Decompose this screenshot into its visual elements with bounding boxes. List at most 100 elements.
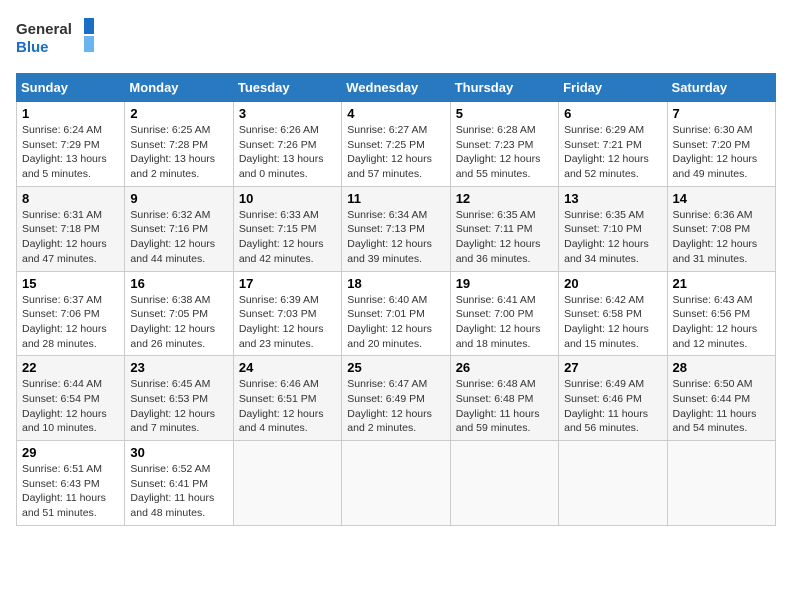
day-cell: 13Sunrise: 6:35 AMSunset: 7:10 PMDayligh…: [559, 186, 667, 271]
header-sunday: Sunday: [17, 74, 125, 102]
day-info: Sunrise: 6:34 AMSunset: 7:13 PMDaylight:…: [347, 208, 444, 267]
day-number: 5: [456, 106, 553, 121]
day-info: Sunrise: 6:49 AMSunset: 6:46 PMDaylight:…: [564, 377, 661, 436]
day-info: Sunrise: 6:36 AMSunset: 7:08 PMDaylight:…: [673, 208, 770, 267]
day-info: Sunrise: 6:48 AMSunset: 6:48 PMDaylight:…: [456, 377, 553, 436]
week-row-2: 8Sunrise: 6:31 AMSunset: 7:18 PMDaylight…: [17, 186, 776, 271]
day-number: 29: [22, 445, 119, 460]
day-number: 7: [673, 106, 770, 121]
day-number: 4: [347, 106, 444, 121]
day-info: Sunrise: 6:46 AMSunset: 6:51 PMDaylight:…: [239, 377, 336, 436]
day-cell: 11 Sunrise: 6:34 AMSunset: 7:13 PMDayligh…: [342, 186, 450, 271]
day-cell: 5 Sunrise: 6:28 AMSunset: 7:23 PMDaylight…: [450, 102, 558, 187]
day-info: Sunrise: 6:50 AMSunset: 6:44 PMDaylight:…: [673, 377, 770, 436]
day-number: 2: [130, 106, 227, 121]
day-cell: 6 Sunrise: 6:29 AMSunset: 7:21 PMDaylight…: [559, 102, 667, 187]
day-number: 23: [130, 360, 227, 375]
day-number: 3: [239, 106, 336, 121]
week-row-4: 22 Sunrise: 6:44 AMSunset: 6:54 PMDayligh…: [17, 356, 776, 441]
day-number: 10: [239, 191, 336, 206]
day-cell: 14 Sunrise: 6:36 AMSunset: 7:08 PMDayligh…: [667, 186, 775, 271]
week-row-5: 29 Sunrise: 6:51 AMSunset: 6:43 PMDayligh…: [17, 441, 776, 526]
week-row-1: 1Sunrise: 6:24 AMSunset: 7:29 PMDaylight…: [17, 102, 776, 187]
day-cell: 18 Sunrise: 6:40 AMSunset: 7:01 PMDayligh…: [342, 271, 450, 356]
week-row-3: 15 Sunrise: 6:37 AMSunset: 7:06 PMDayligh…: [17, 271, 776, 356]
logo-svg: General Blue: [16, 16, 96, 61]
day-info: Sunrise: 6:42 AMSunset: 6:58 PMDaylight:…: [564, 293, 661, 352]
day-cell: 4 Sunrise: 6:27 AMSunset: 7:25 PMDaylight…: [342, 102, 450, 187]
day-cell: 17 Sunrise: 6:39 AMSunset: 7:03 PMDayligh…: [233, 271, 341, 356]
day-cell: 2 Sunrise: 6:25 AMSunset: 7:28 PMDaylight…: [125, 102, 233, 187]
page-header: General Blue: [16, 16, 776, 61]
day-number: 16: [130, 276, 227, 291]
day-info: Sunrise: 6:25 AMSunset: 7:28 PMDaylight:…: [130, 123, 227, 182]
header-saturday: Saturday: [667, 74, 775, 102]
header-tuesday: Tuesday: [233, 74, 341, 102]
day-info: Sunrise: 6:47 AMSunset: 6:49 PMDaylight:…: [347, 377, 444, 436]
day-cell: [450, 441, 558, 526]
day-cell: 20 Sunrise: 6:42 AMSunset: 6:58 PMDayligh…: [559, 271, 667, 356]
day-cell: 7 Sunrise: 6:30 AMSunset: 7:20 PMDaylight…: [667, 102, 775, 187]
day-number: 6: [564, 106, 661, 121]
day-info: Sunrise: 6:37 AMSunset: 7:06 PMDaylight:…: [22, 293, 119, 352]
header-friday: Friday: [559, 74, 667, 102]
day-cell: 26 Sunrise: 6:48 AMSunset: 6:48 PMDayligh…: [450, 356, 558, 441]
day-number: 30: [130, 445, 227, 460]
day-cell: 12 Sunrise: 6:35 AMSunset: 7:11 PMDayligh…: [450, 186, 558, 271]
day-cell: [233, 441, 341, 526]
day-number: 9: [130, 191, 227, 206]
day-cell: 8Sunrise: 6:31 AMSunset: 7:18 PMDaylight…: [17, 186, 125, 271]
day-info: Sunrise: 6:43 AMSunset: 6:56 PMDaylight:…: [673, 293, 770, 352]
day-cell: 27 Sunrise: 6:49 AMSunset: 6:46 PMDayligh…: [559, 356, 667, 441]
day-info: Sunrise: 6:32 AMSunset: 7:16 PMDaylight:…: [130, 208, 227, 267]
day-info: Sunrise: 6:39 AMSunset: 7:03 PMDaylight:…: [239, 293, 336, 352]
day-number: 1: [22, 106, 119, 121]
day-cell: 10 Sunrise: 6:33 AMSunset: 7:15 PMDayligh…: [233, 186, 341, 271]
day-number: 12: [456, 191, 553, 206]
header-row: SundayMondayTuesdayWednesdayThursdayFrid…: [17, 74, 776, 102]
day-info: Sunrise: 6:33 AMSunset: 7:15 PMDaylight:…: [239, 208, 336, 267]
day-info: Sunrise: 6:45 AMSunset: 6:53 PMDaylight:…: [130, 377, 227, 436]
day-number: 18: [347, 276, 444, 291]
header-monday: Monday: [125, 74, 233, 102]
day-number: 24: [239, 360, 336, 375]
day-info: Sunrise: 6:30 AMSunset: 7:20 PMDaylight:…: [673, 123, 770, 182]
day-cell: 21Sunrise: 6:43 AMSunset: 6:56 PMDayligh…: [667, 271, 775, 356]
day-cell: 23 Sunrise: 6:45 AMSunset: 6:53 PMDayligh…: [125, 356, 233, 441]
day-info: Sunrise: 6:51 AMSunset: 6:43 PMDaylight:…: [22, 462, 119, 521]
day-number: 27: [564, 360, 661, 375]
svg-text:General: General: [16, 21, 72, 38]
day-cell: [559, 441, 667, 526]
day-info: Sunrise: 6:28 AMSunset: 7:23 PMDaylight:…: [456, 123, 553, 182]
day-info: Sunrise: 6:44 AMSunset: 6:54 PMDaylight:…: [22, 377, 119, 436]
day-info: Sunrise: 6:29 AMSunset: 7:21 PMDaylight:…: [564, 123, 661, 182]
calendar-body: 1Sunrise: 6:24 AMSunset: 7:29 PMDaylight…: [17, 102, 776, 526]
day-number: 28: [673, 360, 770, 375]
day-info: Sunrise: 6:52 AMSunset: 6:41 PMDaylight:…: [130, 462, 227, 521]
day-number: 26: [456, 360, 553, 375]
day-cell: 25Sunrise: 6:47 AMSunset: 6:49 PMDayligh…: [342, 356, 450, 441]
day-number: 19: [456, 276, 553, 291]
day-cell: 16 Sunrise: 6:38 AMSunset: 7:05 PMDayligh…: [125, 271, 233, 356]
day-number: 14: [673, 191, 770, 206]
header-wednesday: Wednesday: [342, 74, 450, 102]
calendar-table: SundayMondayTuesdayWednesdayThursdayFrid…: [16, 73, 776, 526]
day-number: 11: [347, 191, 444, 206]
day-cell: 9 Sunrise: 6:32 AMSunset: 7:16 PMDaylight…: [125, 186, 233, 271]
day-info: Sunrise: 6:35 AMSunset: 7:11 PMDaylight:…: [456, 208, 553, 267]
day-info: Sunrise: 6:27 AMSunset: 7:25 PMDaylight:…: [347, 123, 444, 182]
day-info: Sunrise: 6:38 AMSunset: 7:05 PMDaylight:…: [130, 293, 227, 352]
day-info: Sunrise: 6:40 AMSunset: 7:01 PMDaylight:…: [347, 293, 444, 352]
header-thursday: Thursday: [450, 74, 558, 102]
day-number: 22: [22, 360, 119, 375]
day-info: Sunrise: 6:41 AMSunset: 7:00 PMDaylight:…: [456, 293, 553, 352]
day-cell: 15 Sunrise: 6:37 AMSunset: 7:06 PMDayligh…: [17, 271, 125, 356]
day-number: 17: [239, 276, 336, 291]
day-number: 20: [564, 276, 661, 291]
calendar-header: SundayMondayTuesdayWednesdayThursdayFrid…: [17, 74, 776, 102]
day-cell: 28 Sunrise: 6:50 AMSunset: 6:44 PMDayligh…: [667, 356, 775, 441]
day-cell: 30 Sunrise: 6:52 AMSunset: 6:41 PMDayligh…: [125, 441, 233, 526]
day-number: 15: [22, 276, 119, 291]
day-number: 8: [22, 191, 119, 206]
day-cell: 19 Sunrise: 6:41 AMSunset: 7:00 PMDayligh…: [450, 271, 558, 356]
